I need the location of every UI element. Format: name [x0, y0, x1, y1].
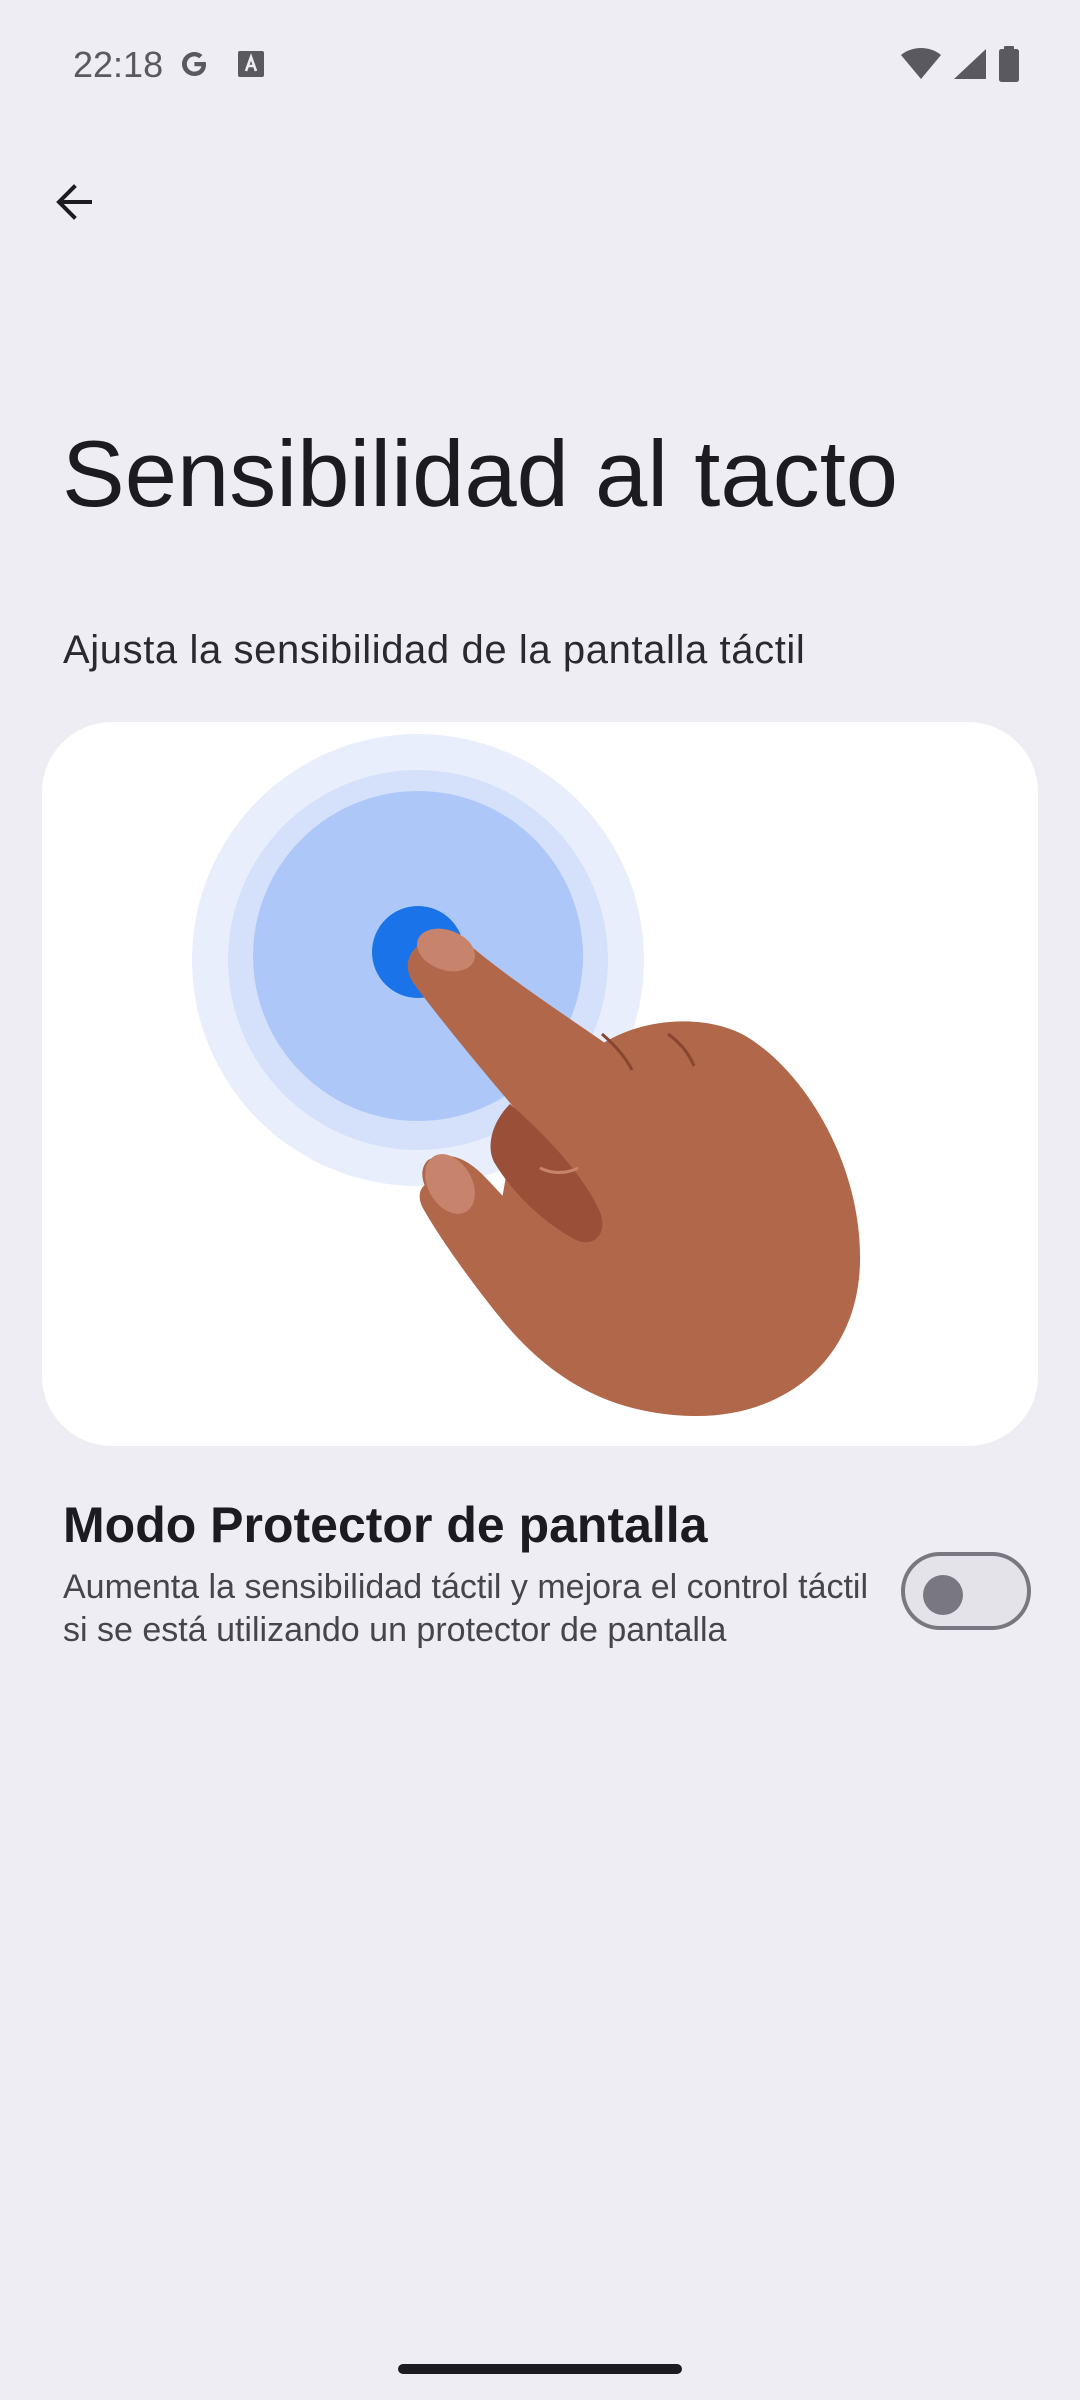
- home-indicator[interactable]: [398, 2364, 682, 2374]
- status-time: 22:18: [73, 44, 164, 85]
- toggle-knob: [923, 1575, 963, 1615]
- wifi-icon: [900, 47, 942, 86]
- illustration-card: [42, 722, 1038, 1446]
- screen-protector-title: Modo Protector de pantalla: [63, 1497, 708, 1553]
- status-bar: 22:18: [0, 0, 1080, 130]
- page-subtitle: Ajusta la sensibilidad de la pantalla tá…: [63, 628, 806, 672]
- google-g-icon: [176, 46, 212, 87]
- battery-icon: [998, 46, 1020, 87]
- status-left-icons: [176, 46, 266, 87]
- status-right-icons: [900, 46, 1020, 87]
- screen-protector-setting[interactable]: Modo Protector de pantalla Aumenta la se…: [0, 1480, 1080, 1710]
- page-title: Sensibilidad al tacto: [62, 421, 899, 526]
- finger-touch-illustration: [192, 734, 861, 1417]
- arrow-back-icon: [50, 178, 98, 231]
- screen-protector-description: Aumenta la sensibilidad táctil y mejora …: [63, 1568, 869, 1649]
- cellular-signal-icon: [952, 47, 988, 86]
- screen-protector-toggle[interactable]: [901, 1552, 1031, 1630]
- keyboard-a-icon: [236, 49, 266, 84]
- back-button[interactable]: [30, 160, 118, 248]
